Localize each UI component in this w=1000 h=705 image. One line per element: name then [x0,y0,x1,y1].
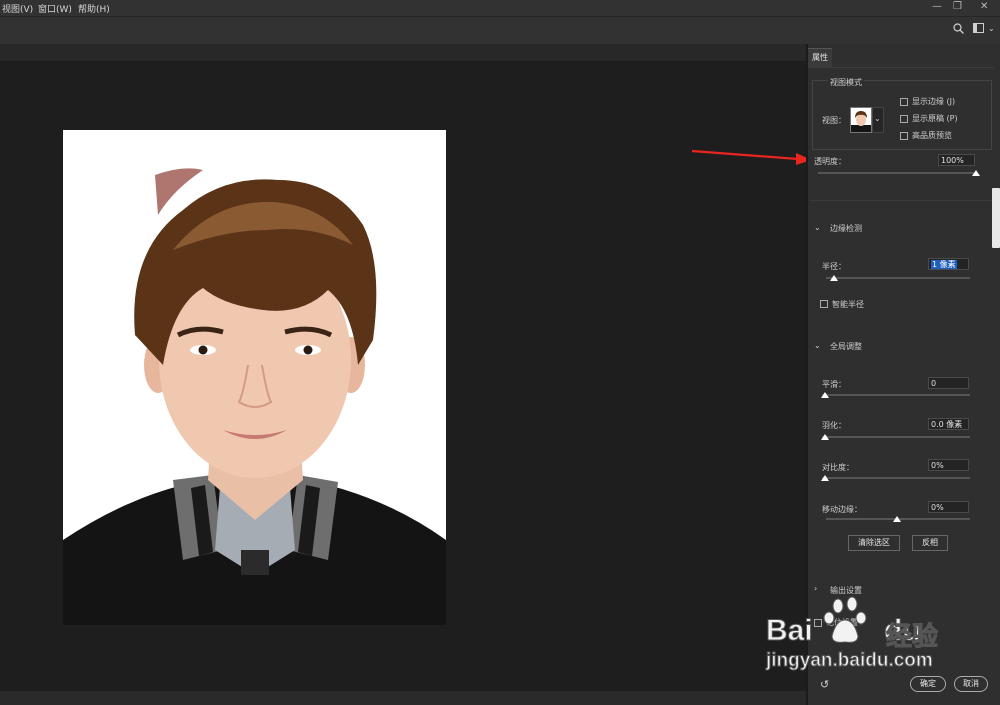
smooth-label: 平滑： [822,380,846,389]
view-thumbnail[interactable] [850,107,872,133]
transparency-input[interactable]: 100% [938,154,975,166]
canvas-area[interactable] [0,61,806,691]
shift-edge-input[interactable]: 0% [928,501,969,513]
checkbox-smart-radius[interactable] [820,300,828,308]
close-icon[interactable]: ✕ [980,1,988,12]
invert-button[interactable]: 反相 [912,535,948,551]
divider [810,200,992,201]
chevron-down-icon[interactable]: ⌄ [814,223,821,232]
tab-properties[interactable]: 属性 [808,48,832,67]
shift-edge-label: 移动边缘： [822,505,862,514]
workspace-icon[interactable] [973,23,984,36]
show-original-label: 显示原稿 (P) [912,114,958,123]
menu-help[interactable]: 帮助(H) [78,2,110,15]
radius-value: 1 像素 [931,260,957,269]
status-strip [0,691,806,705]
view-mode-title: 视图模式 [828,77,864,88]
annotation-arrow-icon [691,149,812,165]
portrait-photo [63,130,446,625]
feather-label: 羽化： [822,421,846,430]
contrast-label: 对比度： [822,463,854,472]
edge-detection-title[interactable]: 边缘检测 [830,223,862,234]
view-label: 视图： [822,116,846,125]
contrast-slider[interactable] [822,477,970,479]
search-icon[interactable] [953,23,964,37]
watermark-cn: 经验 [885,622,939,653]
smooth-input[interactable]: 0 [928,377,969,389]
restore-icon[interactable]: ❐ [953,1,962,12]
output-settings-title[interactable]: 输出设置 [830,585,862,596]
options-toolbar: ⌄ [0,16,1000,45]
transparency-label: 透明度： [814,157,846,166]
checkbox-show-original[interactable] [900,115,908,123]
chevron-down-icon[interactable]: ⌄ [814,341,821,350]
menu-bar: 视图(V) 窗口(W) 帮助(H) — ❐ ✕ [0,0,1000,16]
chevron-down-icon[interactable]: ⌄ [988,24,995,33]
contrast-slider-thumb[interactable] [821,475,829,481]
radius-slider[interactable] [826,277,970,279]
checkbox-high-quality[interactable] [900,132,908,140]
watermark-url: jingyan.baidu.com [766,650,934,672]
contrast-input[interactable]: 0% [928,459,969,471]
document-tab-strip [0,44,806,61]
radius-input[interactable]: 1 像素 [928,258,969,270]
watermark-brand: Bai [766,614,814,648]
transparency-slider-thumb[interactable] [972,170,980,176]
smart-radius-label: 智能半径 [832,300,864,309]
menu-window[interactable]: 窗口(W) [38,2,72,15]
radius-slider-thumb[interactable] [830,275,838,281]
tab-underline [808,67,994,68]
feather-slider[interactable] [822,436,970,438]
smooth-slider[interactable] [822,394,970,396]
radius-label: 半径： [822,262,846,271]
chevron-down-icon: ⌄ [874,114,881,123]
clear-selection-button[interactable]: 清除选区 [848,535,900,551]
transparency-slider[interactable] [818,172,976,174]
cancel-button[interactable]: 取消 [954,676,988,692]
panel-scrollbar[interactable] [992,188,1000,248]
feather-slider-thumb[interactable] [821,434,829,440]
show-edge-label: 显示边缘 (J) [912,97,956,106]
chevron-right-icon[interactable]: › [814,584,817,593]
shift-edge-slider-thumb[interactable] [893,516,901,522]
high-quality-label: 高品质预览 [912,131,952,140]
smooth-slider-thumb[interactable] [821,392,829,398]
global-refine-title[interactable]: 全局调整 [830,341,862,352]
menu-view[interactable]: 视图(V) [2,2,33,15]
feather-input[interactable]: 0.0 像素 [928,418,969,430]
checkbox-show-edge[interactable] [900,98,908,106]
minimize-icon[interactable]: — [932,1,942,12]
